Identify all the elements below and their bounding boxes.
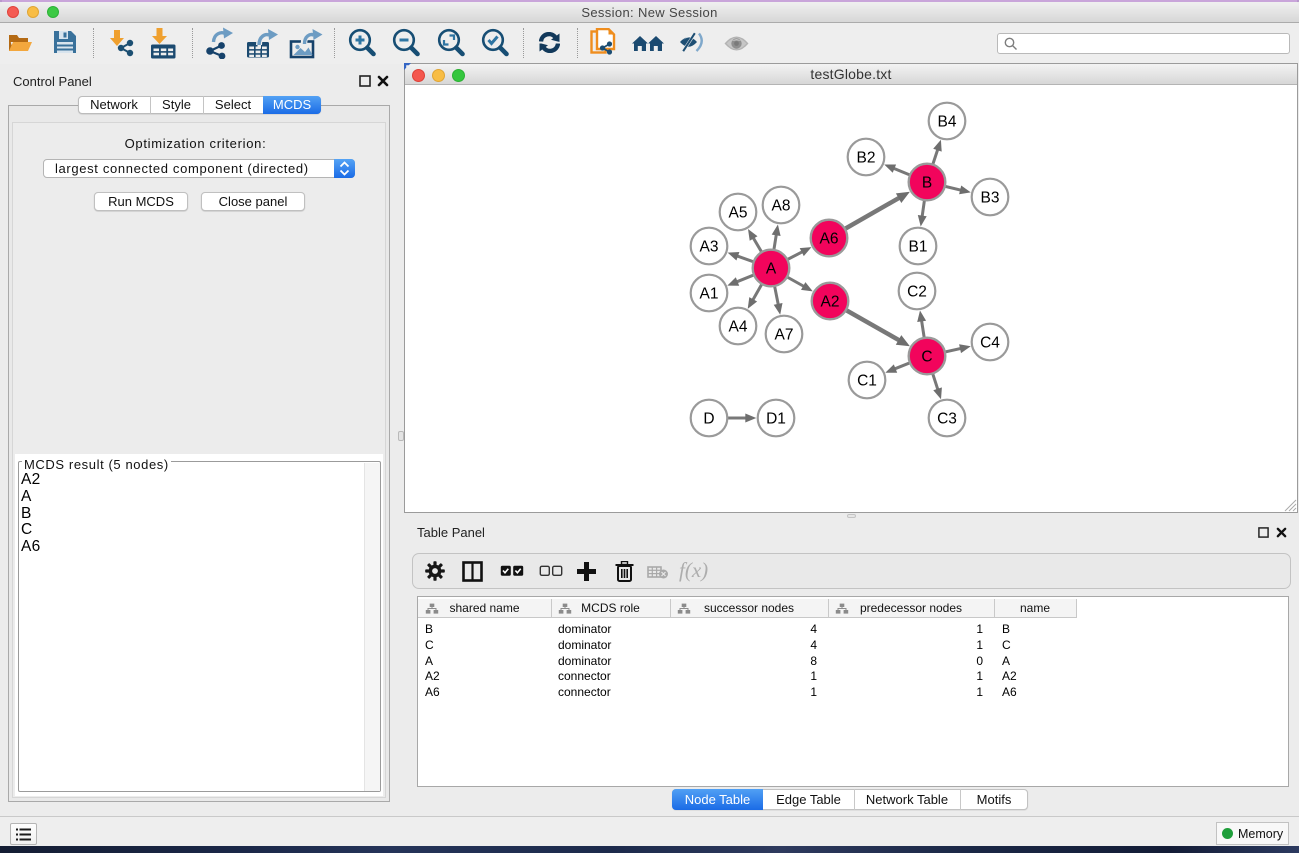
svg-text:C1: C1	[857, 373, 877, 390]
svg-text:A5: A5	[729, 205, 748, 222]
svg-text:A: A	[766, 261, 777, 278]
svg-text:B3: B3	[981, 190, 1000, 207]
svg-text:A7: A7	[775, 327, 794, 344]
svg-text:B: B	[922, 175, 932, 192]
svg-text:B1: B1	[909, 239, 928, 256]
svg-text:D1: D1	[766, 411, 786, 428]
svg-text:C2: C2	[907, 284, 927, 301]
svg-text:A3: A3	[700, 239, 719, 256]
svg-text:A8: A8	[772, 198, 791, 215]
svg-text:D: D	[703, 411, 714, 428]
svg-text:A2: A2	[821, 294, 840, 311]
svg-text:B4: B4	[938, 114, 957, 131]
svg-text:A4: A4	[729, 319, 748, 336]
svg-text:A6: A6	[820, 231, 839, 248]
svg-text:C: C	[921, 349, 932, 366]
svg-text:B2: B2	[857, 150, 876, 167]
svg-text:A1: A1	[700, 286, 719, 303]
svg-text:C4: C4	[980, 335, 1000, 352]
svg-text:C3: C3	[937, 411, 957, 428]
